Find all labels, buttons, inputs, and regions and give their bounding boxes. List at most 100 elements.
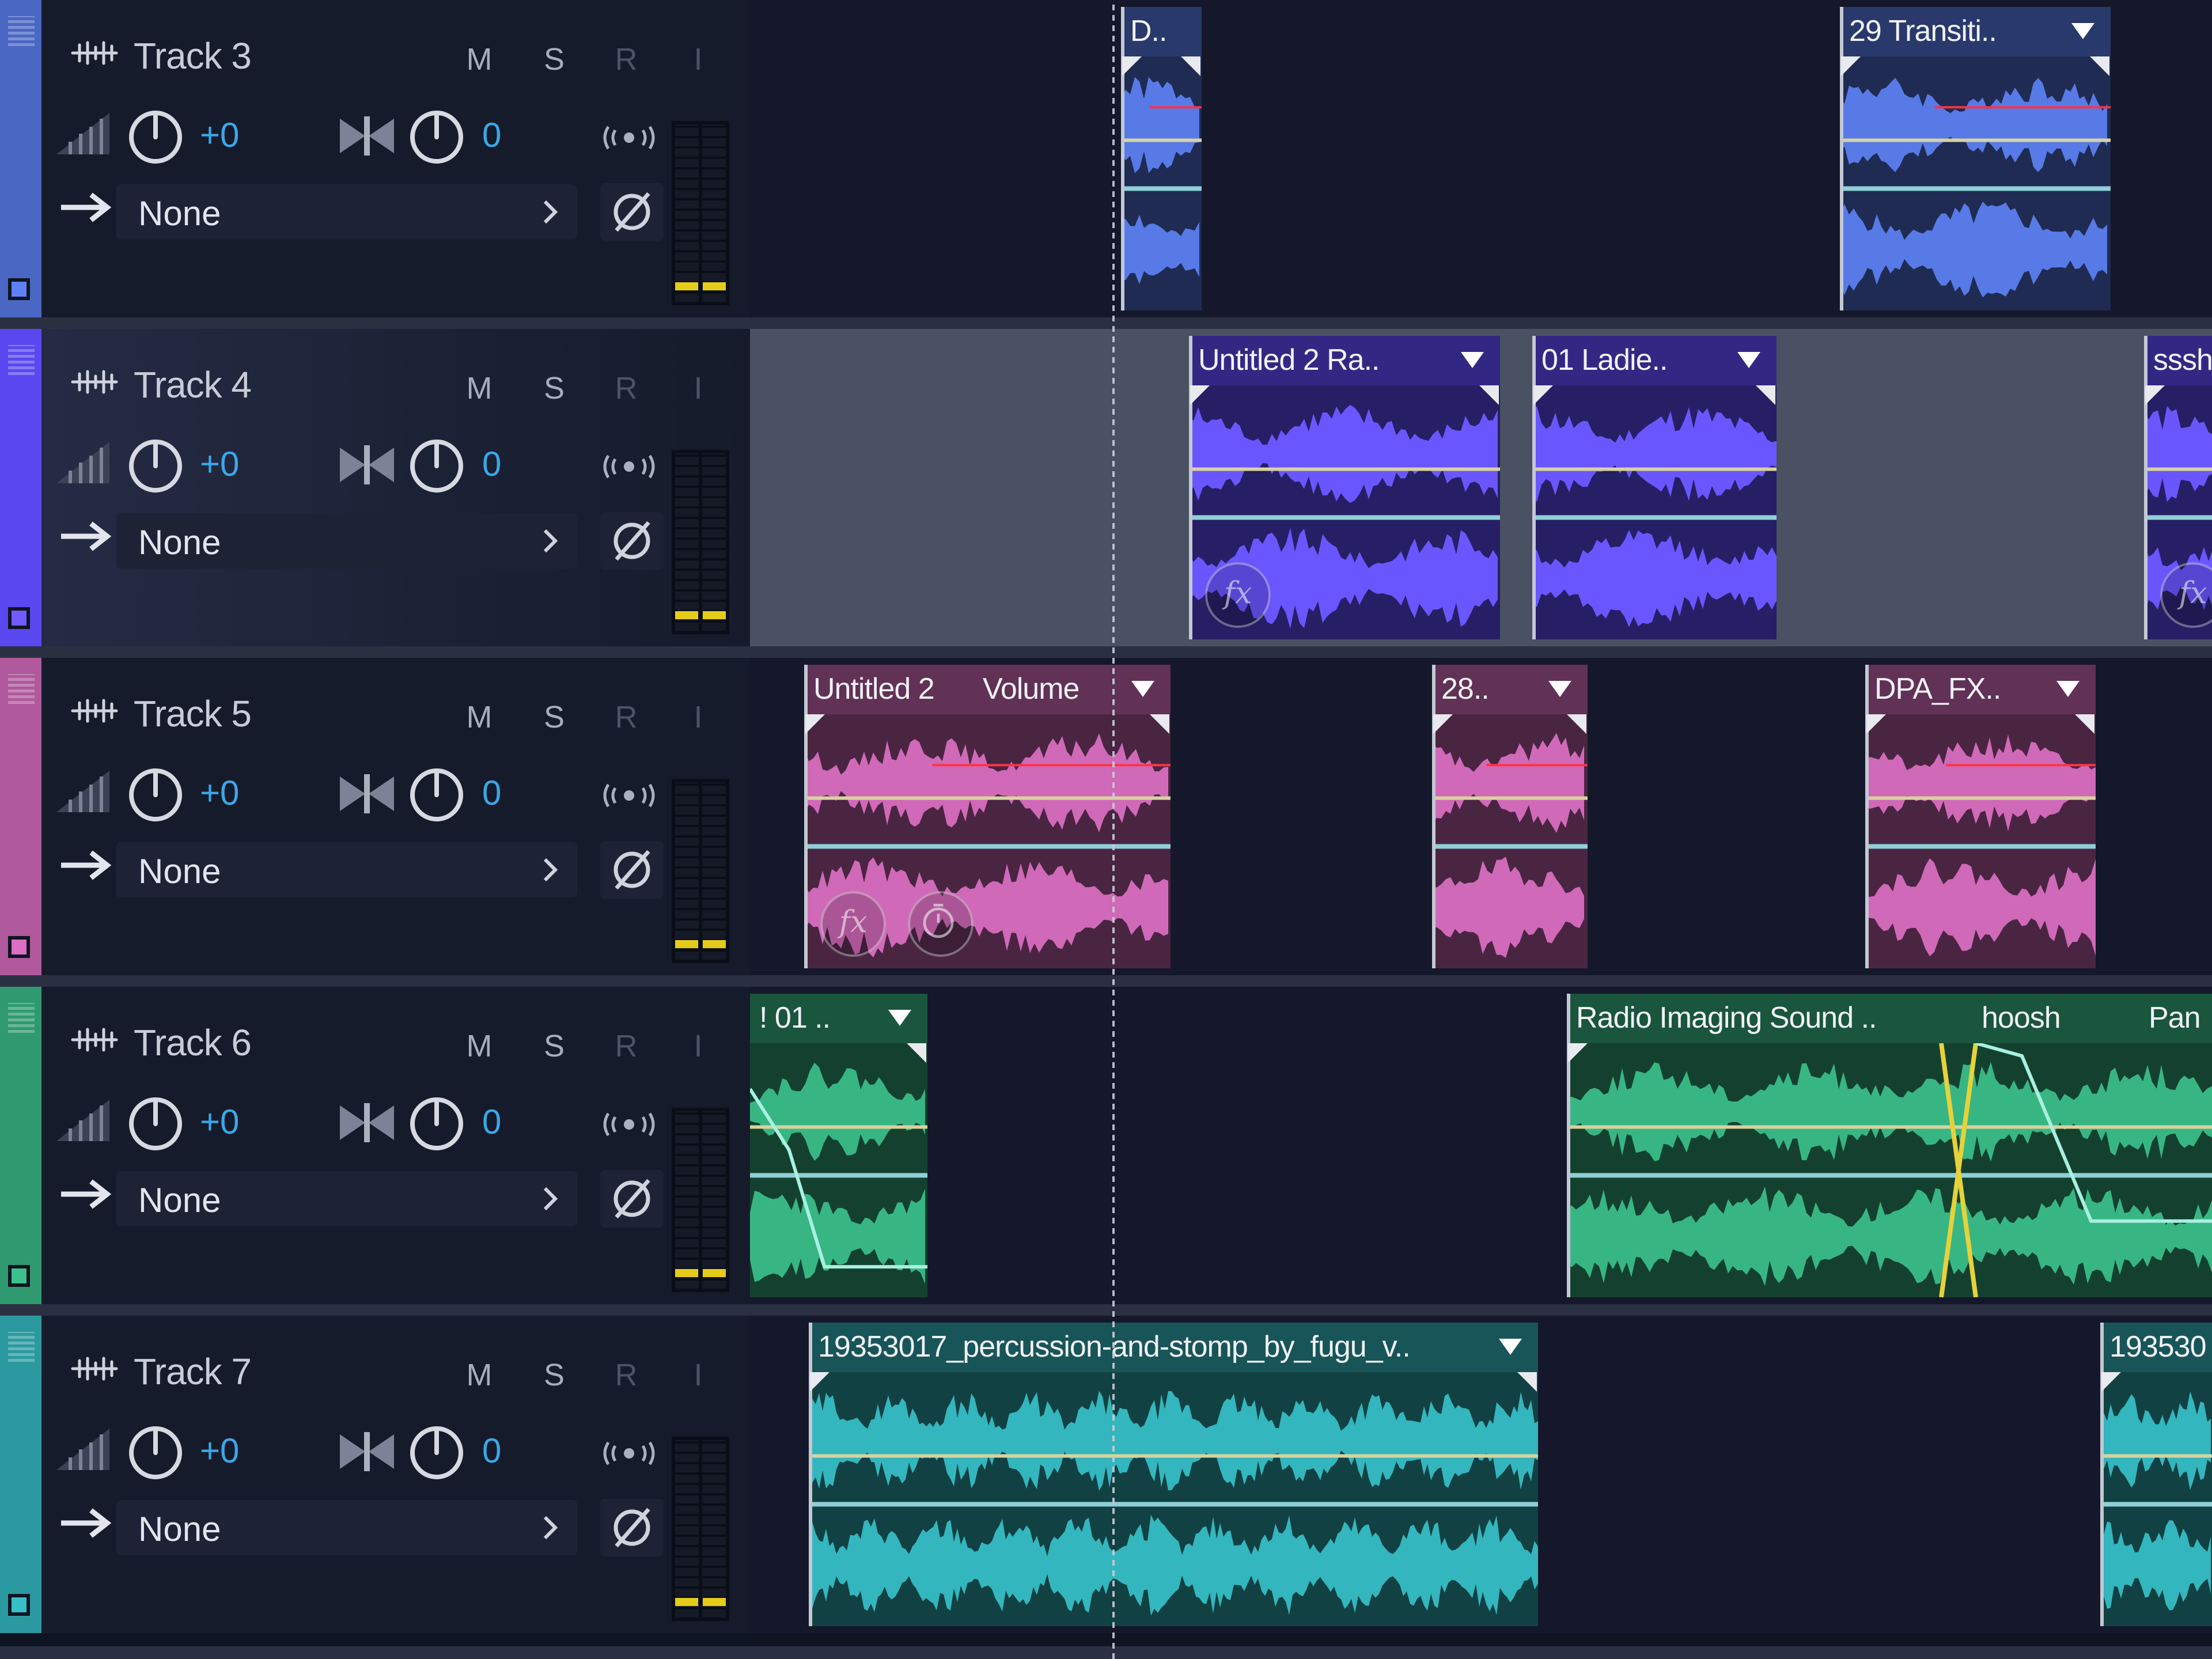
automation-param-label[interactable]: Pan (2149, 1001, 2201, 1035)
track-select-checkbox[interactable] (8, 278, 30, 300)
record-arm-button[interactable]: R (609, 1357, 643, 1393)
volume-knob[interactable] (127, 437, 184, 495)
audio-clip[interactable]: 01 Ladie.. (1532, 336, 1777, 639)
audio-clip[interactable]: ! 01 .. (750, 994, 927, 1297)
fade-in-handle[interactable] (805, 714, 825, 734)
waveform-display[interactable] (2100, 1372, 2212, 1626)
waveform-display[interactable] (809, 1372, 1538, 1626)
clip-left-edge[interactable] (1121, 7, 1124, 310)
mute-button[interactable]: M (462, 1028, 497, 1064)
volume-knob[interactable] (127, 1095, 184, 1153)
track-select-checkbox[interactable] (8, 1594, 30, 1616)
caret-down-icon[interactable] (2071, 23, 2094, 39)
waveform-display[interactable] (1121, 56, 1202, 310)
track-name[interactable]: Track 6 (134, 1021, 252, 1064)
drag-grip-icon[interactable] (8, 674, 35, 704)
waveform-display[interactable] (1865, 714, 2096, 968)
solo-button[interactable]: S (537, 370, 571, 406)
track-name[interactable]: Track 7 (134, 1350, 252, 1393)
caret-down-icon[interactable] (1737, 352, 1760, 368)
audio-clip[interactable]: 193530 (2100, 1323, 2212, 1626)
track-lane[interactable]: 19353017_percussion-and-stomp_by_fugu_v.… (750, 1316, 2212, 1633)
time-stretch-icon[interactable] (908, 891, 974, 957)
pan-value[interactable]: 0 (482, 773, 501, 813)
track-header[interactable]: Track 4 M S R I +0 0 None (41, 329, 750, 646)
clip-left-edge[interactable] (804, 665, 808, 968)
clip-left-edge[interactable] (1840, 7, 1843, 310)
track-lane[interactable]: Untitled 2 Volume fx 28.. DPA_FX.. (750, 658, 2212, 975)
pan-knob[interactable] (408, 766, 465, 824)
audio-clip[interactable]: 19353017_percussion-and-stomp_by_fugu_v.… (809, 1323, 1538, 1626)
caret-down-icon[interactable] (1461, 352, 1484, 368)
fade-out-handle[interactable] (907, 1043, 926, 1063)
fx-icon[interactable]: fx (1205, 562, 1271, 628)
volume-knob[interactable] (127, 108, 184, 166)
volume-value[interactable]: +0 (200, 1102, 239, 1142)
fade-in-handle[interactable] (2145, 385, 2165, 405)
caret-down-icon[interactable] (888, 1010, 911, 1026)
pan-knob[interactable] (408, 1424, 465, 1482)
mute-button[interactable]: M (462, 41, 497, 77)
input-monitor-button[interactable]: I (681, 370, 715, 406)
track-header[interactable]: Track 5 M S R I +0 0 None (41, 658, 750, 975)
audio-clip[interactable]: Radio Imaging Sound .. hoosh Pan (1567, 994, 2212, 1297)
drag-grip-icon[interactable] (8, 345, 35, 375)
solo-button[interactable]: S (537, 1028, 571, 1064)
waveform-display[interactable] (1840, 56, 2111, 310)
send-broadcast-icon[interactable] (600, 451, 658, 482)
track-name[interactable]: Track 4 (134, 363, 252, 406)
audio-clip[interactable]: DPA_FX.. (1865, 665, 2096, 968)
volume-value[interactable]: +0 (200, 444, 239, 484)
clip-left-edge[interactable] (1567, 994, 1570, 1297)
track-lane[interactable]: Untitled 2 Ra.. fx 01 Ladie.. ssshh fx (750, 329, 2212, 646)
audio-clip[interactable]: 29 Transiti.. (1840, 7, 2111, 310)
output-route-select[interactable]: None (116, 1500, 577, 1555)
volume-knob[interactable] (127, 766, 184, 824)
pan-value[interactable]: 0 (482, 444, 501, 484)
send-broadcast-icon[interactable] (600, 122, 658, 153)
pan-knob[interactable] (408, 437, 465, 495)
waveform-display[interactable] (1532, 385, 1777, 639)
track-color-strip[interactable] (0, 0, 41, 317)
phase-invert-button[interactable] (600, 1499, 664, 1556)
fade-in-handle[interactable] (1568, 1043, 1588, 1063)
caret-down-icon[interactable] (1499, 1339, 1522, 1355)
track-lane[interactable]: ! 01 .. Radio Imaging Sound .. hoosh Pan (750, 987, 2212, 1304)
track-divider[interactable] (0, 317, 2212, 329)
caret-down-icon[interactable] (1548, 681, 1571, 697)
waveform-display[interactable] (1432, 714, 1588, 968)
record-arm-button[interactable]: R (609, 41, 643, 77)
send-broadcast-icon[interactable] (600, 1438, 658, 1469)
clip-left-edge[interactable] (2144, 336, 2147, 639)
output-route-select[interactable]: None (116, 184, 577, 240)
clip-header[interactable]: 19353017_percussion-and-stomp_by_fugu_v.… (809, 1323, 1538, 1372)
audio-clip[interactable]: Untitled 2 Volume fx (804, 665, 1171, 968)
playhead-cursor[interactable] (1112, 0, 1115, 1659)
track-select-checkbox[interactable] (8, 936, 30, 958)
clip-header[interactable]: DPA_FX.. (1865, 665, 2096, 714)
drag-grip-icon[interactable] (8, 1332, 35, 1362)
track-divider[interactable] (0, 1646, 2212, 1659)
fade-in-handle[interactable] (1841, 56, 1861, 76)
pan-value[interactable]: 0 (482, 115, 501, 155)
fade-out-handle[interactable] (1517, 1372, 1537, 1392)
track-header[interactable]: Track 3 M S R I +0 0 None (41, 0, 750, 317)
track-color-strip[interactable] (0, 1316, 41, 1633)
solo-button[interactable]: S (537, 699, 571, 735)
track-lane[interactable]: D.. 29 Transiti.. (750, 0, 2212, 317)
output-route-select[interactable]: None (116, 842, 577, 897)
send-broadcast-icon[interactable] (600, 1109, 658, 1140)
waveform-display[interactable] (1567, 1043, 2212, 1297)
fade-out-handle[interactable] (1756, 385, 1775, 405)
volume-value[interactable]: +0 (200, 773, 239, 813)
fade-out-handle[interactable] (2075, 714, 2094, 734)
drag-grip-icon[interactable] (8, 16, 35, 46)
track-color-strip[interactable] (0, 658, 41, 975)
volume-value[interactable]: +0 (200, 115, 239, 155)
clip-left-edge[interactable] (1865, 665, 1869, 968)
clip-left-edge[interactable] (1432, 665, 1435, 968)
audio-clip[interactable]: ssshh fx (2144, 336, 2212, 639)
record-arm-button[interactable]: R (609, 370, 643, 406)
volume-knob[interactable] (127, 1424, 184, 1482)
pan-knob[interactable] (408, 108, 465, 166)
